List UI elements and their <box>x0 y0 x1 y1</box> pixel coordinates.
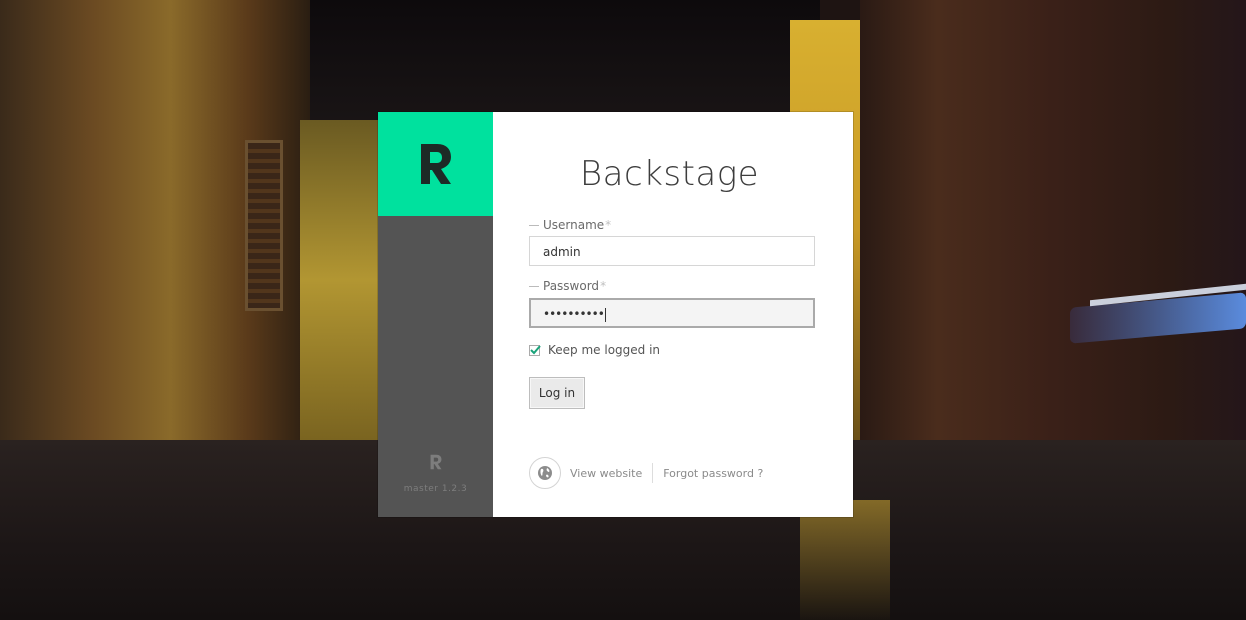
login-card: master 1.2.3 Backstage Username * admin P… <box>378 112 853 517</box>
small-r-logo-icon <box>378 454 493 474</box>
version-label: master 1.2.3 <box>403 484 468 494</box>
brand-logo-box <box>378 112 493 216</box>
login-footer: View website Forgot password ? <box>529 457 763 489</box>
password-input[interactable]: •••••••••• <box>529 298 815 328</box>
password-label: Password * <box>529 279 606 293</box>
remember-label: Keep me logged in <box>548 343 661 357</box>
check-icon <box>530 344 541 354</box>
view-website-link[interactable]: View website <box>570 467 642 480</box>
forgot-password-link[interactable]: Forgot password ? <box>663 467 763 480</box>
login-form-panel: Backstage Username * admin Password * ••••… <box>493 112 853 517</box>
text-caret <box>604 307 606 322</box>
globe-icon <box>538 466 552 480</box>
footer-divider <box>652 463 654 483</box>
remember-me[interactable]: Keep me logged in <box>529 343 660 357</box>
view-website-icon-button[interactable] <box>529 457 561 489</box>
username-label: Username * <box>529 218 611 232</box>
app-title: Backstage <box>579 154 760 194</box>
username-input[interactable]: admin <box>529 236 815 266</box>
r-logo-icon <box>420 144 451 184</box>
remember-checkbox[interactable] <box>529 344 541 356</box>
login-button[interactable]: Log in <box>529 377 585 409</box>
login-sidebar: master 1.2.3 <box>378 112 493 517</box>
